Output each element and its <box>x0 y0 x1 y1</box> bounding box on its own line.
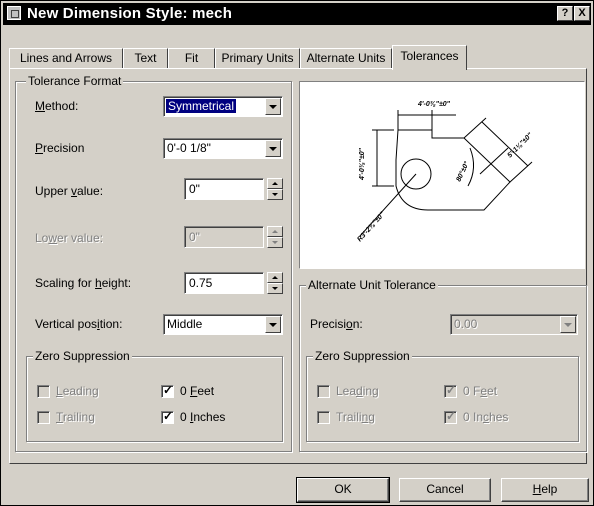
lower-value-spinner[interactable] <box>267 226 283 248</box>
alt-zero-feet-label: 0 Feet <box>463 384 498 398</box>
preview-left-dim: 4'-0⅜"±0" <box>359 147 366 181</box>
close-title-button[interactable]: X <box>574 6 590 21</box>
alt-leading-checkbox[interactable] <box>317 385 330 398</box>
upper-value-label: Upper value: <box>35 184 104 198</box>
trailing-label: Trailing <box>56 410 95 424</box>
dimension-preview: 4'-0⅜"±0" 4'-0⅜"±0" 5'-1⅛"±0" 80°±0° R3'… <box>299 81 585 269</box>
alt-zero-inches-checkbox[interactable]: ✓ <box>444 409 457 424</box>
method-label: Method: <box>35 99 79 113</box>
upper-value-input[interactable]: 0" <box>184 178 264 200</box>
vertical-position-label: Vertical position: <box>35 317 123 331</box>
spin-down-icon[interactable] <box>267 237 283 248</box>
chevron-down-icon[interactable] <box>560 316 576 333</box>
cancel-button[interactable]: Cancel <box>399 478 491 502</box>
chevron-down-icon[interactable] <box>265 140 281 157</box>
leading-label: Leading <box>56 384 99 398</box>
check-icon: ✓ <box>163 383 174 397</box>
method-select[interactable]: Symmetrical <box>163 96 283 117</box>
tab-lines-and-arrows[interactable]: Lines and Arrows <box>9 48 123 69</box>
spin-down-icon[interactable] <box>267 283 283 294</box>
spin-down-icon[interactable] <box>267 189 283 200</box>
chevron-down-icon[interactable] <box>265 98 281 115</box>
alt-trailing-label: Trailing <box>336 410 375 424</box>
spin-up-icon[interactable] <box>267 272 283 283</box>
leading-checkbox[interactable] <box>37 385 50 398</box>
trailing-checkbox[interactable] <box>37 411 50 424</box>
app-icon[interactable] <box>7 6 21 20</box>
tab-text[interactable]: Text <box>123 48 168 69</box>
chevron-down-icon[interactable] <box>265 316 281 333</box>
check-icon: ✓ <box>163 409 174 423</box>
method-value: Symmetrical <box>166 99 237 113</box>
alt-zero-suppression-group: Zero Suppression <box>306 349 579 442</box>
precision-label: Precision <box>35 141 85 155</box>
preview-top-dim: 4'-0⅜"±0" <box>417 101 451 108</box>
upper-value-spinner[interactable] <box>267 178 283 200</box>
check-icon: ✓ <box>446 383 457 397</box>
alt-trailing-checkbox[interactable] <box>317 411 330 424</box>
zero-inches-label: 0 Inches <box>180 410 226 424</box>
alt-leading-label: Leading <box>336 384 379 398</box>
spin-up-icon[interactable] <box>267 226 283 237</box>
preview-drawing: 4'-0⅜"±0" 4'-0⅜"±0" 5'-1⅛"±0" 80°±0° R3'… <box>356 101 534 244</box>
vertical-position-select[interactable]: Middle <box>163 314 283 335</box>
preview-angle-dim: 80°±0° <box>455 160 471 183</box>
dimension-style-dialog: New Dimension Style: mech ? X Lines and … <box>0 0 594 506</box>
zero-feet-checkbox[interactable]: ✓ <box>161 383 174 398</box>
lower-value-input[interactable]: 0" <box>184 226 264 248</box>
ok-button[interactable]: OK <box>296 477 390 503</box>
zero-feet-label: 0 Feet <box>180 384 215 398</box>
title-bar[interactable]: New Dimension Style: mech ? X <box>3 3 591 25</box>
tab-tolerances[interactable]: Tolerances <box>392 45 467 70</box>
tab-primary-units[interactable]: Primary Units <box>215 48 300 69</box>
help-title-button[interactable]: ? <box>557 6 573 21</box>
alternate-unit-tolerance-legend: Alternate Unit Tolerance <box>306 278 438 292</box>
precision-value: 0'-0 1/8" <box>167 141 211 155</box>
tab-fit[interactable]: Fit <box>168 48 215 69</box>
scaling-input[interactable]: 0.75 <box>184 272 264 294</box>
alt-precision-label: Precision: <box>310 317 363 331</box>
alt-precision-select[interactable]: 0.00 <box>450 314 578 335</box>
check-icon: ✓ <box>446 409 457 423</box>
tab-alternate-units[interactable]: Alternate Units <box>300 48 392 69</box>
zero-inches-checkbox[interactable]: ✓ <box>161 409 174 424</box>
precision-select[interactable]: 0'-0 1/8" <box>163 138 283 159</box>
preview-right-dim: 5'-1⅛"±0" <box>506 131 534 159</box>
zero-suppression-group: Zero Suppression <box>26 349 283 442</box>
window-title: New Dimension Style: mech <box>27 5 233 22</box>
help-button[interactable]: Help <box>501 478 589 502</box>
preview-radius-dim: R3'-2⅜"±0" <box>356 211 386 244</box>
alt-zero-inches-label: 0 Inches <box>463 410 509 424</box>
alt-zero-suppression-legend: Zero Suppression <box>313 349 412 363</box>
spin-up-icon[interactable] <box>267 178 283 189</box>
alt-zero-feet-checkbox[interactable]: ✓ <box>444 383 457 398</box>
scaling-spinner[interactable] <box>267 272 283 294</box>
scaling-label: Scaling for height: <box>35 276 132 290</box>
zero-suppression-legend: Zero Suppression <box>33 349 132 363</box>
lower-value-label: Lower value: <box>35 231 104 245</box>
tolerance-format-legend: Tolerance Format <box>26 74 124 88</box>
